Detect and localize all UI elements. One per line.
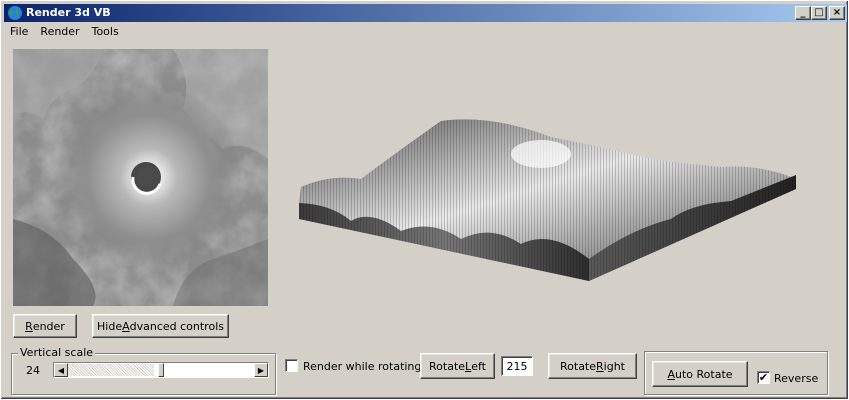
main-window: Render 3d VB _ □ × File Render Tools R e… [0, 0, 849, 400]
reverse-label: Reverse [774, 372, 819, 385]
title-bar[interactable]: Render 3d VB _ □ × [4, 4, 847, 22]
terrain-3d-render [291, 109, 811, 284]
reverse-checkbox[interactable]: ✔ [757, 371, 770, 384]
menu-tools[interactable]: Tools [86, 23, 125, 41]
window-title: Render 3d VB [26, 6, 111, 19]
checkmark-icon: ✔ [758, 371, 769, 384]
menu-render[interactable]: Render [34, 23, 85, 41]
scroll-thumb[interactable] [158, 363, 164, 377]
maximize-icon: □ [814, 7, 824, 18]
render-while-rotating-checkbox[interactable] [285, 359, 298, 372]
render-button[interactable]: Render [13, 314, 77, 338]
hide-advanced-controls-button[interactable]: Hide Advanced controls [92, 314, 229, 338]
minimize-button[interactable]: _ [795, 6, 811, 20]
render-while-rotating-label: Render while rotating [303, 360, 422, 373]
auto-rotate-button[interactable]: Auto Rotate [652, 361, 748, 387]
right-arrow-icon: ▶ [257, 365, 265, 375]
scroll-right-arrow[interactable]: ▶ [254, 363, 268, 377]
vertical-scale-label: Vertical scale [18, 346, 96, 359]
rotation-angle-field[interactable]: 215 [501, 356, 533, 376]
vertical-scale-value: 24 [26, 364, 40, 377]
left-arrow-icon: ◀ [57, 365, 65, 375]
close-icon: × [832, 7, 842, 18]
heightmap-image [13, 49, 268, 306]
vertical-scale-slider[interactable]: ◀ ▶ [53, 362, 269, 378]
globe-icon [7, 5, 23, 21]
scroll-track-left[interactable] [68, 364, 154, 376]
menu-bar: File Render Tools [4, 23, 125, 41]
scroll-left-arrow[interactable]: ◀ [54, 363, 68, 377]
minimize-icon: _ [800, 7, 806, 18]
rotate-left-button[interactable]: Rotate Left [420, 353, 495, 379]
close-button[interactable]: × [829, 6, 845, 20]
maximize-button[interactable]: □ [811, 6, 827, 20]
rotate-right-button[interactable]: Rotate Right [548, 353, 637, 379]
menu-file[interactable]: File [4, 23, 34, 41]
